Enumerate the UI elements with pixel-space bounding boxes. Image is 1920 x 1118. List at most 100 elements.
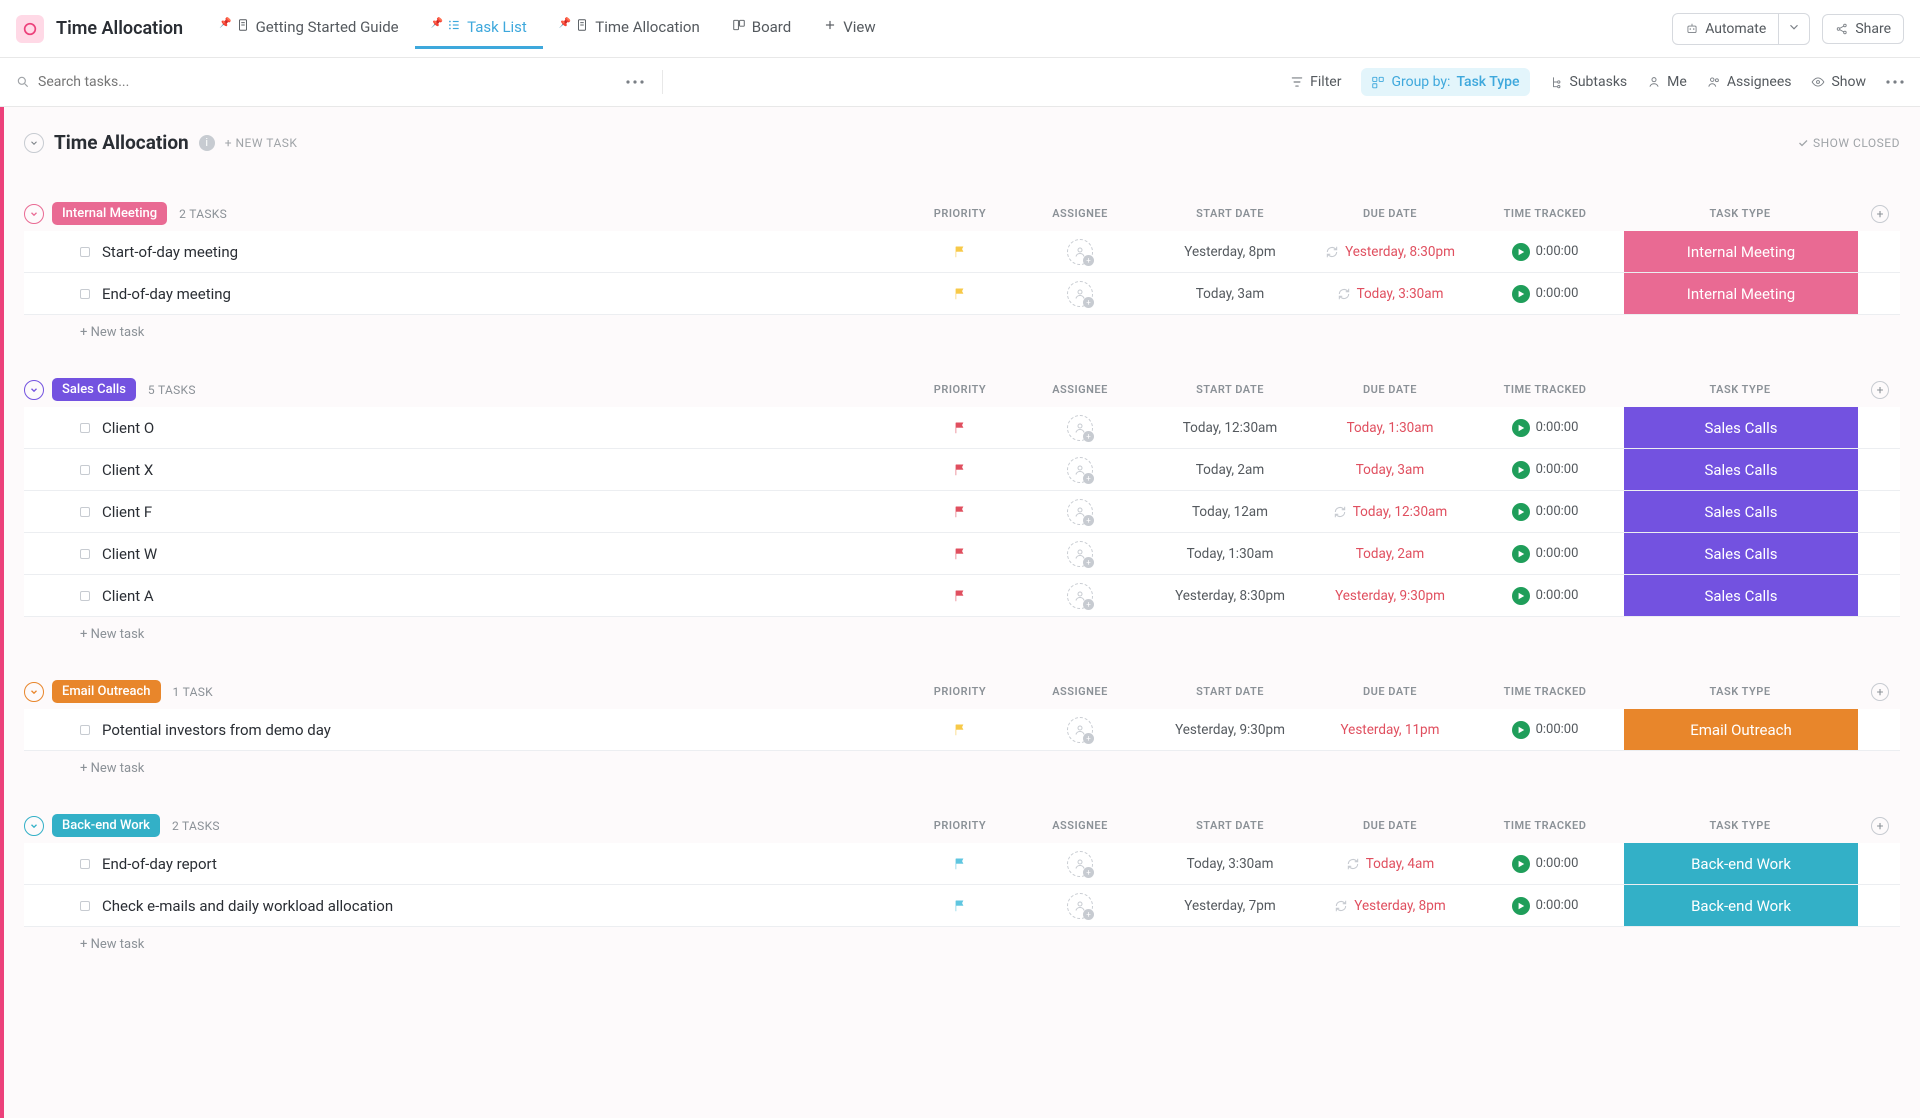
task-type-pill[interactable]: Sales Calls [1624, 449, 1858, 490]
task-name[interactable]: Client W [102, 545, 157, 563]
task-type-pill[interactable]: Back-end Work [1624, 843, 1858, 884]
task-name[interactable]: Check e-mails and daily workload allocat… [102, 897, 393, 915]
due-date-cell[interactable]: Today, 1:30am [1310, 407, 1470, 448]
task-name[interactable]: Client O [102, 419, 154, 437]
show-button[interactable]: Show [1811, 74, 1866, 90]
time-track-play-button[interactable] [1512, 243, 1530, 261]
start-date-cell[interactable]: Today, 3:30am [1150, 843, 1310, 884]
assignees-button[interactable]: Assignees [1707, 74, 1792, 90]
tab-time-allocation[interactable]: 📌Time Allocation [543, 8, 716, 49]
toolbar-more[interactable] [626, 80, 644, 84]
time-track-play-button[interactable] [1512, 587, 1530, 605]
group-collapse-button[interactable] [24, 204, 44, 224]
priority-cell[interactable] [910, 449, 1010, 490]
priority-flag-icon[interactable] [953, 463, 967, 477]
share-button[interactable]: Share [1822, 14, 1904, 44]
priority-cell[interactable] [910, 533, 1010, 574]
assignee-cell[interactable]: + [1010, 449, 1150, 490]
priority-flag-icon[interactable] [953, 857, 967, 871]
collapse-list-button[interactable] [24, 133, 44, 153]
task-row[interactable]: Client F+Today, 12amToday, 12:30am0:00:0… [24, 491, 1900, 533]
priority-flag-icon[interactable] [953, 723, 967, 737]
task-row[interactable]: Start-of-day meeting+Yesterday, 8pmYeste… [24, 231, 1900, 273]
assignee-placeholder[interactable]: + [1067, 717, 1093, 743]
task-type-pill[interactable]: Internal Meeting [1624, 231, 1858, 272]
assignee-placeholder[interactable]: + [1067, 499, 1093, 525]
task-row[interactable]: End-of-day meeting+Today, 3amToday, 3:30… [24, 273, 1900, 315]
assignee-cell[interactable]: + [1010, 885, 1150, 926]
add-column-button[interactable]: + [1871, 683, 1889, 701]
time-tracked-cell[interactable]: 0:00:00 [1470, 575, 1620, 616]
assignee-placeholder[interactable]: + [1067, 583, 1093, 609]
task-row[interactable]: End-of-day report+Today, 3:30amToday, 4a… [24, 843, 1900, 885]
priority-cell[interactable] [910, 575, 1010, 616]
assignee-cell[interactable]: + [1010, 491, 1150, 532]
task-status-checkbox[interactable] [80, 423, 90, 433]
priority-flag-icon[interactable] [953, 287, 967, 301]
priority-cell[interactable] [910, 709, 1010, 750]
group-name-badge[interactable]: Email Outreach [52, 680, 161, 703]
task-type-pill[interactable]: Sales Calls [1624, 491, 1858, 532]
group-name-badge[interactable]: Back-end Work [52, 814, 160, 837]
filter-button[interactable]: Filter [1290, 74, 1341, 90]
search-box[interactable] [16, 74, 608, 90]
time-track-play-button[interactable] [1512, 897, 1530, 915]
task-name[interactable]: End-of-day meeting [102, 285, 231, 303]
task-type-pill[interactable]: Internal Meeting [1624, 273, 1858, 314]
time-tracked-cell[interactable]: 0:00:00 [1470, 533, 1620, 574]
task-type-pill[interactable]: Sales Calls [1624, 407, 1858, 448]
priority-flag-icon[interactable] [953, 589, 967, 603]
priority-flag-icon[interactable] [953, 899, 967, 913]
priority-cell[interactable] [910, 273, 1010, 314]
time-tracked-cell[interactable]: 0:00:00 [1470, 491, 1620, 532]
task-status-checkbox[interactable] [80, 289, 90, 299]
tab-getting-started-guide[interactable]: 📌Getting Started Guide [203, 8, 415, 49]
due-date-cell[interactable]: Yesterday, 8pm [1310, 885, 1470, 926]
tab-task-list[interactable]: 📌Task List [415, 8, 543, 49]
tab-board[interactable]: Board [716, 8, 807, 49]
due-date-cell[interactable]: Today, 3am [1310, 449, 1470, 490]
priority-flag-icon[interactable] [953, 421, 967, 435]
priority-cell[interactable] [910, 407, 1010, 448]
task-name[interactable]: End-of-day report [102, 855, 217, 873]
me-button[interactable]: Me [1647, 74, 1687, 90]
subtasks-button[interactable]: Subtasks [1550, 74, 1628, 90]
time-track-play-button[interactable] [1512, 503, 1530, 521]
task-row[interactable]: Client O+Today, 12:30amToday, 1:30am0:00… [24, 407, 1900, 449]
start-date-cell[interactable]: Today, 12:30am [1150, 407, 1310, 448]
time-tracked-cell[interactable]: 0:00:00 [1470, 407, 1620, 448]
task-status-checkbox[interactable] [80, 549, 90, 559]
new-task-row[interactable]: + New task [24, 617, 1900, 646]
task-status-checkbox[interactable] [80, 725, 90, 735]
automate-dropdown[interactable] [1779, 13, 1810, 45]
groupby-button[interactable]: Group by: Task Type [1361, 68, 1529, 96]
task-status-checkbox[interactable] [80, 507, 90, 517]
task-row[interactable]: Check e-mails and daily workload allocat… [24, 885, 1900, 927]
time-tracked-cell[interactable]: 0:00:00 [1470, 273, 1620, 314]
add-column-button[interactable]: + [1871, 205, 1889, 223]
due-date-cell[interactable]: Today, 4am [1310, 843, 1470, 884]
info-icon[interactable]: i [199, 135, 215, 151]
task-status-checkbox[interactable] [80, 901, 90, 911]
assignee-placeholder[interactable]: + [1067, 541, 1093, 567]
priority-cell[interactable] [910, 885, 1010, 926]
time-track-play-button[interactable] [1512, 721, 1530, 739]
search-input[interactable] [38, 74, 238, 90]
time-track-play-button[interactable] [1512, 285, 1530, 303]
time-tracked-cell[interactable]: 0:00:00 [1470, 843, 1620, 884]
task-type-pill[interactable]: Sales Calls [1624, 575, 1858, 616]
toolbar-overflow[interactable] [1886, 80, 1904, 84]
assignee-placeholder[interactable]: + [1067, 239, 1093, 265]
tab-view[interactable]: View [807, 8, 891, 49]
assignee-placeholder[interactable]: + [1067, 457, 1093, 483]
priority-flag-icon[interactable] [953, 505, 967, 519]
assignee-cell[interactable]: + [1010, 231, 1150, 272]
start-date-cell[interactable]: Yesterday, 8pm [1150, 231, 1310, 272]
group-collapse-button[interactable] [24, 816, 44, 836]
due-date-cell[interactable]: Today, 3:30am [1310, 273, 1470, 314]
task-name[interactable]: Start-of-day meeting [102, 243, 238, 261]
start-date-cell[interactable]: Yesterday, 8:30pm [1150, 575, 1310, 616]
task-status-checkbox[interactable] [80, 247, 90, 257]
priority-cell[interactable] [910, 231, 1010, 272]
automate-button[interactable]: Automate [1672, 13, 1779, 45]
